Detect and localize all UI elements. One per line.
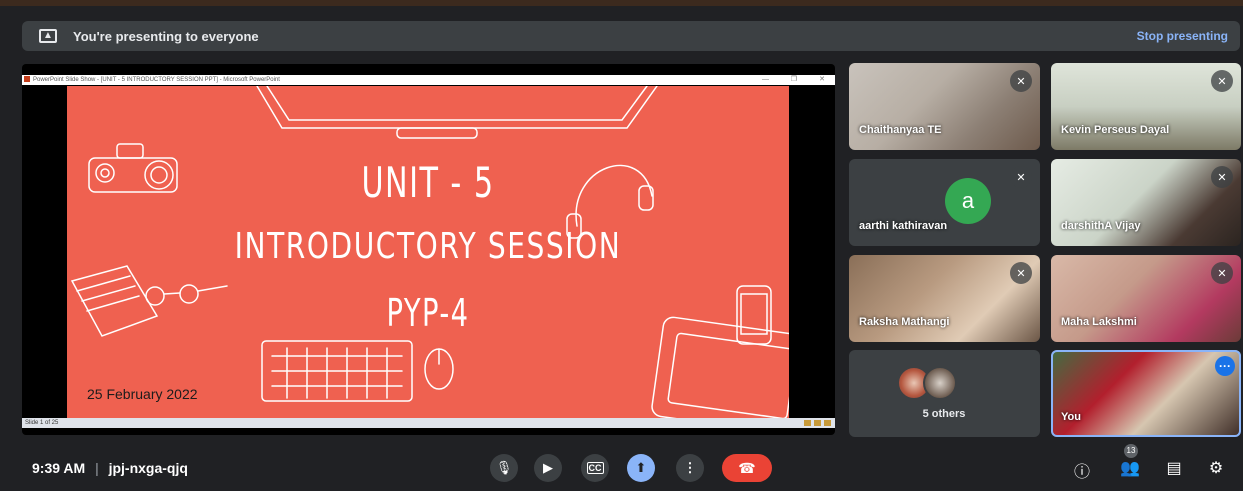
slide-counter: Slide 1 of 25 [25,420,59,426]
view-sorter-icon[interactable] [814,420,821,426]
others-label: 5 others [922,408,966,420]
bottom-bar: 9:39 AM | jpj-nxga-qjq 🎙 ▶ CC ⬆ ⋮ ☎ ⓘ 👥 … [0,448,1243,491]
captions-icon: CC [586,462,604,474]
mic-off-icon: ✕ [1010,166,1032,188]
close-icon[interactable]: ✕ [819,75,825,85]
participant-tile-raksha[interactable]: ✕ Raksha Mathangi [849,255,1040,342]
people-icon[interactable]: 👥 [1120,458,1140,478]
view-normal-icon[interactable] [804,420,811,426]
mic-off-icon: ✕ [1211,166,1233,188]
ppt-window-titlebar: PowerPoint Slide Show - [UNIT - 5 INTROD… [22,75,835,85]
participant-name: aarthi kathiravan [859,220,948,232]
more-options-button[interactable]: ⋮ [676,454,704,482]
clock-time: 9:39 AM [32,460,86,476]
separator: | [95,460,99,476]
participant-name: Raksha Mathangi [859,316,950,328]
more-options-icon[interactable]: ··· [1215,356,1235,376]
participant-tile-you[interactable]: ··· You [1051,350,1241,437]
participant-name: darshithA Vijay [1061,220,1141,232]
mic-button[interactable]: 🎙 [490,454,518,482]
participant-tile-others[interactable]: 5 others [849,350,1040,437]
participant-name: You [1061,411,1081,423]
stop-presenting-button[interactable]: Stop presenting [1137,29,1228,43]
camera-icon: ▶ [543,460,553,475]
present-icon: ⬆ [635,460,647,475]
minimize-icon[interactable]: — [762,75,769,85]
others-avatars [897,366,957,400]
participant-tile-kevin[interactable]: ✕ Kevin Perseus Dayal [1051,63,1241,150]
meeting-details: 9:39 AM | jpj-nxga-qjq [32,460,188,476]
presenting-message: You're presenting to everyone [73,28,259,44]
captions-button[interactable]: CC [581,454,609,482]
present-button[interactable]: ⬆ [627,454,655,482]
slide-title-line-1: UNIT - 5 [361,158,495,207]
avatar: a [945,178,991,224]
participant-name: Kevin Perseus Dayal [1061,124,1170,136]
mic-off-icon: ✕ [1010,262,1032,284]
participant-tile-maha[interactable]: ✕ Maha Lakshmi [1051,255,1241,342]
end-call-icon: ☎ [738,459,756,476]
view-show-icon[interactable] [824,420,831,426]
mic-off-icon: ✕ [1211,262,1233,284]
top-strip [0,0,1243,6]
ppt-window-title: PowerPoint Slide Show - [UNIT - 5 INTROD… [33,77,280,83]
participant-tile-chaithanyaa[interactable]: ✕ Chaithanyaa TE [849,63,1040,150]
meeting-code: jpj-nxga-qjq [108,460,188,476]
info-icon[interactable]: ⓘ [1072,458,1092,482]
presenting-banner: ▲ You're presenting to everyone Stop pre… [22,21,1240,51]
others-avatar [923,366,957,400]
participant-name: Chaithanyaa TE [859,124,942,136]
chat-icon[interactable]: ▤ [1164,458,1184,478]
participant-name: Maha Lakshmi [1061,316,1137,328]
more-options-icon: ⋮ [683,460,697,475]
ppt-status-bar: Slide 1 of 25 [22,418,835,428]
slide-date: 25 February 2022 [87,386,198,402]
slide-title-line-3: PYP-4 [386,291,470,335]
end-call-button[interactable]: ☎ [722,454,772,482]
participant-tile-darshitha[interactable]: ✕ darshithA Vijay [1051,159,1241,246]
present-screen-icon: ▲ [39,29,57,43]
mic-icon: 🎙 [495,460,513,475]
maximize-icon[interactable]: ❐ [791,75,797,85]
view-buttons[interactable] [804,420,831,426]
camera-button[interactable]: ▶ [534,454,562,482]
participant-count-badge: 13 [1124,444,1138,458]
powerpoint-icon [24,76,30,83]
shared-screen: PowerPoint Slide Show - [UNIT - 5 INTROD… [22,64,835,435]
slide-title-line-2: INTRODUCTORY SESSION [234,226,622,267]
slide: UNIT - 5 INTRODUCTORY SESSION PYP-4 25 F… [67,86,789,418]
mic-off-icon: ✕ [1010,70,1032,92]
mic-off-icon: ✕ [1211,70,1233,92]
activities-icon[interactable]: ⚙ [1206,458,1226,478]
